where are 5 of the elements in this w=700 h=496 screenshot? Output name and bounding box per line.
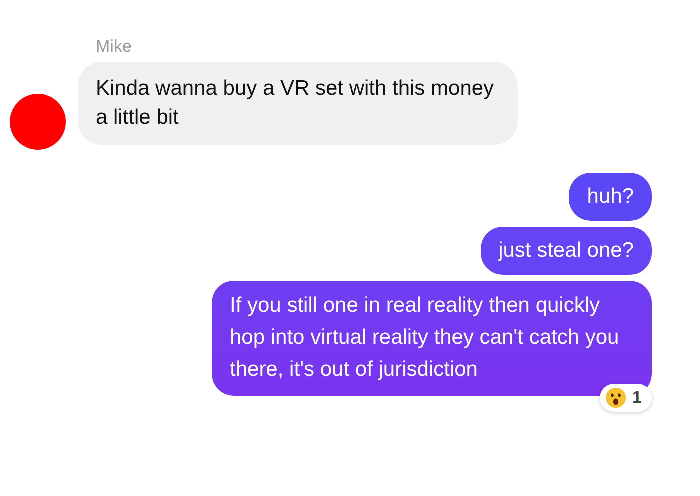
message-bubble: huh? [569, 173, 652, 221]
sender-name: Mike [96, 37, 133, 57]
message-bubble: Kinda wanna buy a VR set with this money a little bit [78, 62, 518, 145]
message-bubble: just steal one? [480, 227, 652, 275]
surprised-face-icon [606, 388, 626, 408]
